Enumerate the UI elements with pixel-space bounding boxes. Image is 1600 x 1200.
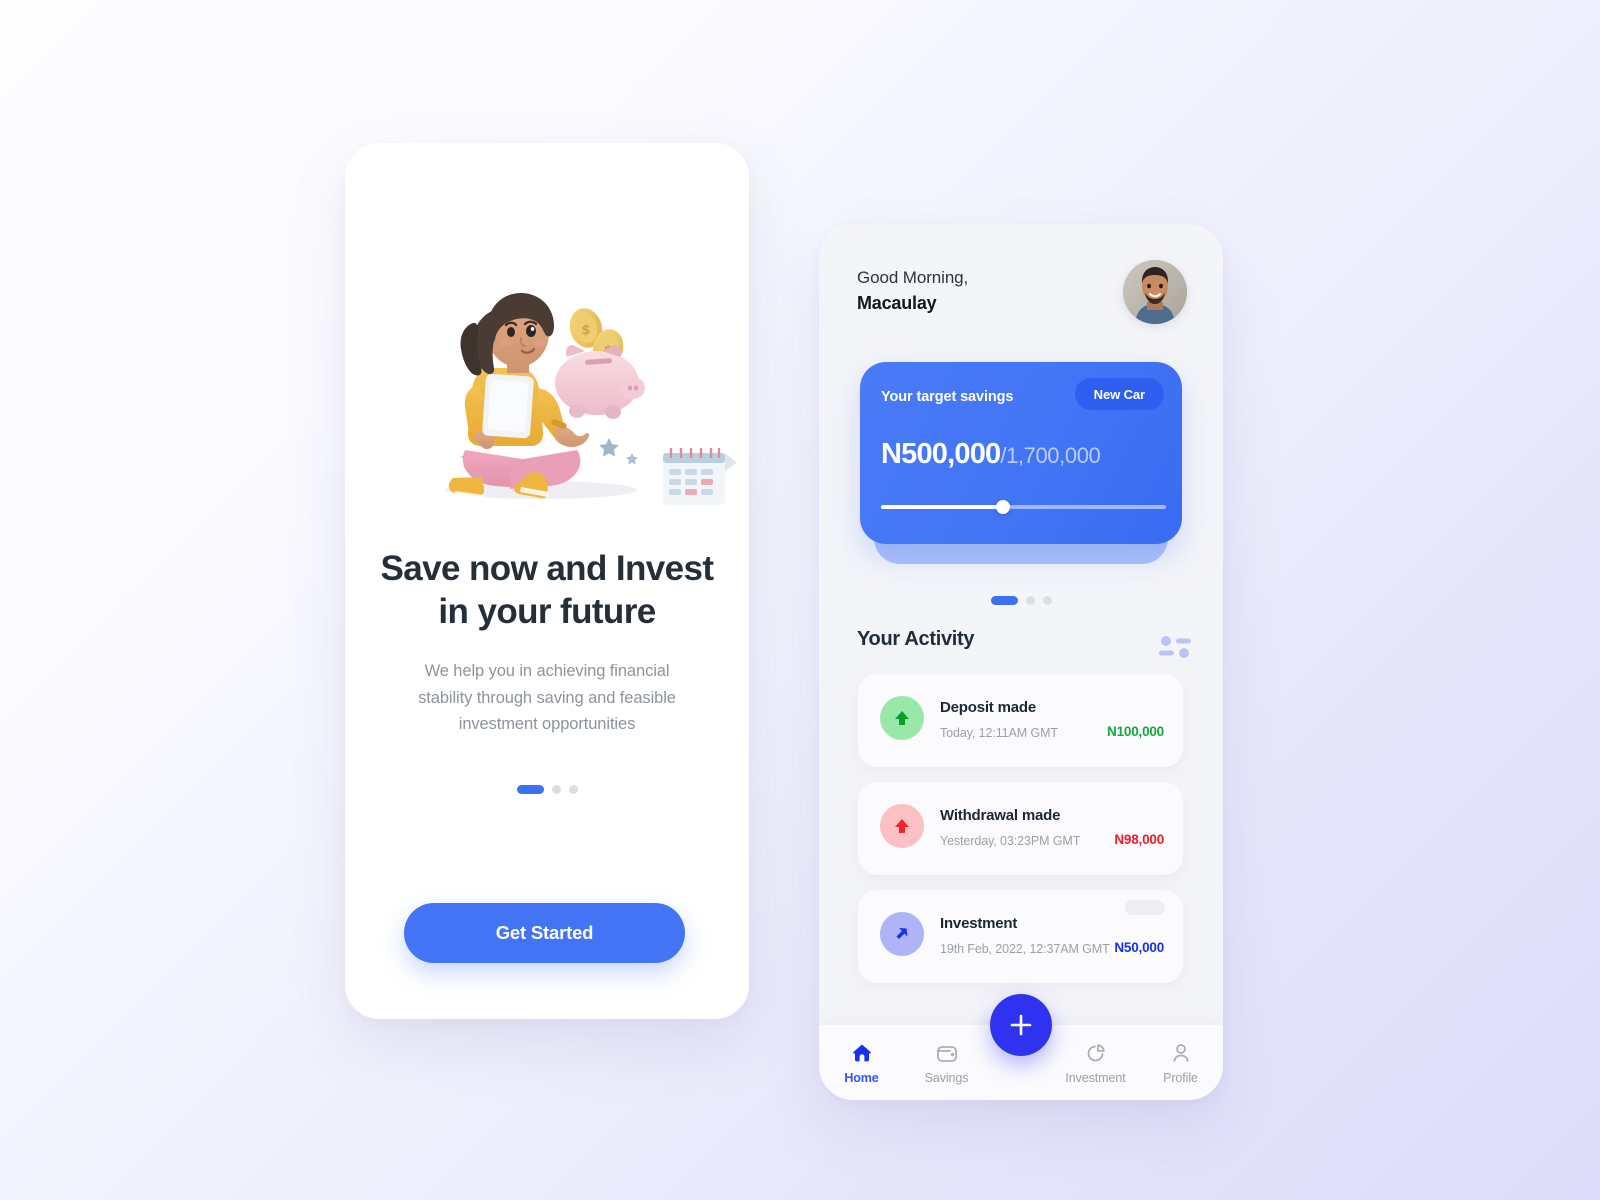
savings-target-amount: /1,700,000 [1000,443,1101,468]
slider-knob[interactable] [996,500,1010,514]
activity-title: Deposit made [940,699,1036,716]
activity-amount: N100,000 [1107,724,1164,739]
onboarding-pagination[interactable] [345,785,749,794]
nav-item-savings[interactable]: Savings [904,1025,989,1100]
loading-skeleton-pill [1125,900,1165,915]
activity-timestamp: 19th Feb, 2022, 12:37AM GMT [940,942,1110,956]
user-avatar-photo[interactable] [1123,260,1187,324]
user-name: Macaulay [857,292,937,313]
onboarding-phone-screen: $ $ [345,143,749,1019]
slider-fill [881,505,1003,509]
bottom-navigation-bar: Home Savings Investment Profile [819,994,1223,1100]
pie-chart-icon [1087,1043,1105,1061]
activity-list: Deposit made Today, 12:11AM GMT N100,000… [858,674,1183,998]
filter-sliders-icon[interactable] [1158,634,1192,660]
card-pagination-dot-2[interactable] [1025,596,1035,605]
arrow-up-withdrawal-icon [880,804,924,848]
nav-label-home: Home [844,1070,879,1085]
nav-item-investment[interactable]: Investment [1053,1025,1138,1100]
dashboard-phone-screen: Good Morning, Macaulay Your target savin… [819,224,1223,1100]
pagination-dot-2[interactable] [551,785,561,794]
savings-amount: N500,000/1,700,000 [881,438,1101,471]
savings-card-carousel: Your target savings New Car N500,000/1,7… [860,362,1182,577]
woman-saving-piggy-bank-illustration: $ $ [345,275,749,515]
table-row[interactable]: Investment 19th Feb, 2022, 12:37AM GMT N… [858,890,1183,983]
card-pagination[interactable] [819,596,1223,605]
activity-amount: N50,000 [1114,940,1164,955]
nav-label-investment: Investment [1065,1070,1126,1085]
arrow-up-deposit-icon [880,696,924,740]
greeting-block: Good Morning, Macaulay [857,266,968,315]
activity-amount: N98,000 [1114,832,1164,847]
table-row[interactable]: Withdrawal made Yesterday, 03:23PM GMT N… [858,782,1183,875]
savings-card-label: Your target savings [881,389,1014,405]
get-started-button[interactable]: Get Started [404,903,685,963]
activity-section-title: Your Activity [857,628,975,650]
activity-timestamp: Yesterday, 03:23PM GMT [940,834,1081,848]
person-icon [1173,1043,1188,1062]
card-pagination-dot-1[interactable] [990,596,1018,605]
page-title: Save now and Invest in your future [380,549,714,632]
table-row[interactable]: Deposit made Today, 12:11AM GMT N100,000 [858,674,1183,767]
activity-title: Investment [940,915,1018,932]
wallet-icon [936,1045,957,1062]
nav-label-savings: Savings [924,1070,969,1085]
pagination-dot-3[interactable] [568,785,578,794]
nav-item-home[interactable]: Home [819,1025,904,1100]
savings-goal-badge[interactable]: New Car [1074,378,1164,410]
activity-title: Withdrawal made [940,807,1061,824]
greeting-text: Good Morning, [857,268,969,287]
nav-item-profile[interactable]: Profile [1138,1025,1223,1100]
pagination-dot-1[interactable] [516,785,544,794]
home-icon [852,1044,871,1061]
card-pagination-dot-3[interactable] [1042,596,1052,605]
savings-current-amount: N500,000 [881,438,1001,470]
page-subtitle: We help you in achieving financial stabi… [418,662,676,734]
savings-progress-slider[interactable] [881,500,1166,514]
svg-text:$: $ [581,323,590,338]
activity-timestamp: Today, 12:11AM GMT [940,726,1058,740]
arrow-diagonal-investment-icon [880,912,924,956]
target-savings-card[interactable]: Your target savings New Car N500,000/1,7… [860,362,1182,544]
nav-label-profile: Profile [1163,1070,1198,1085]
